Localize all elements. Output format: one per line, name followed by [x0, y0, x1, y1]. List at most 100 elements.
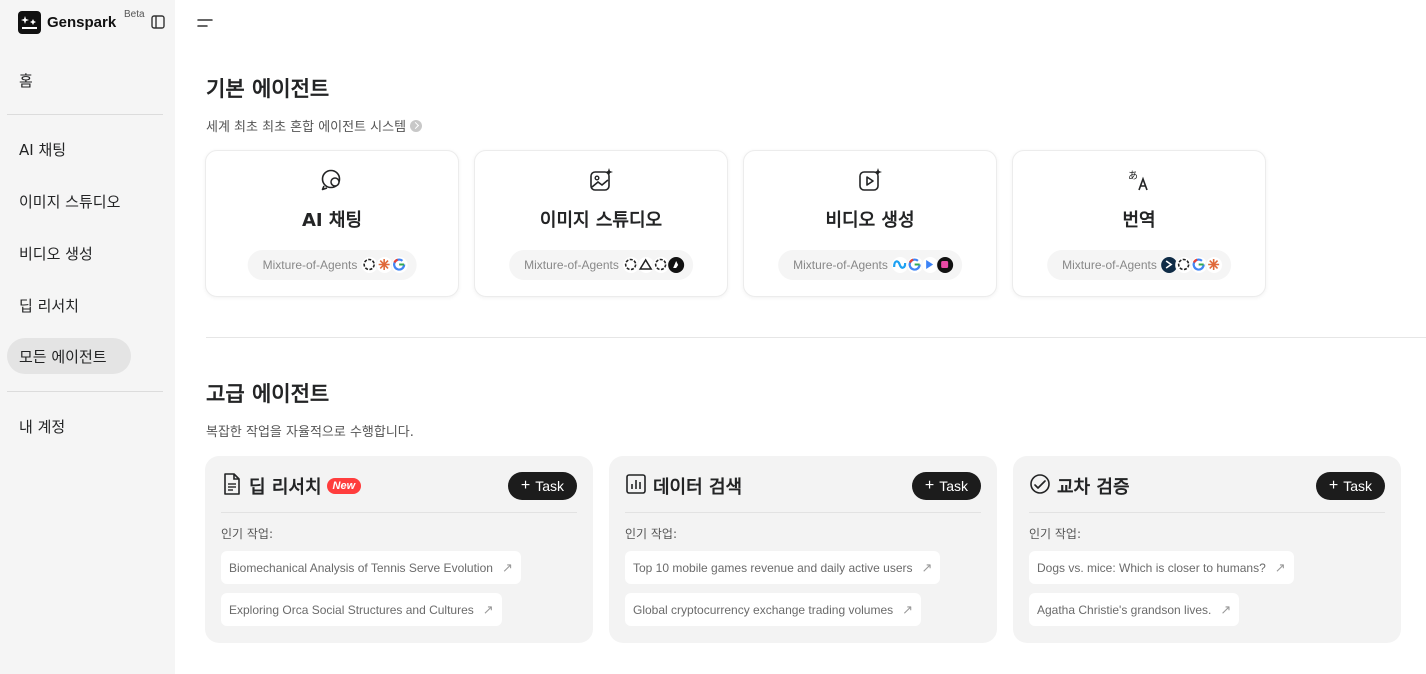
task-button-label: Task	[535, 478, 565, 494]
popular-task-text: Dogs vs. mice: Which is closer to humans…	[1037, 560, 1266, 575]
popular-task-item[interactable]: Global cryptocurrency exchange trading v…	[625, 593, 922, 626]
svg-text:あ: あ	[1128, 170, 1138, 182]
arrow-up-right-icon: ↗	[482, 601, 494, 617]
plus-icon: +	[1328, 477, 1339, 494]
sidebar-item-image-studio[interactable]: 이미지 스튜디오	[7, 183, 157, 219]
arrow-up-right-icon: ↗	[1220, 601, 1232, 617]
advanced-card-header: 데이터 검색	[625, 472, 742, 500]
moa-tag-label: Mixture-of-Agents	[262, 258, 358, 272]
advanced-card-title: 딥 리서치	[249, 477, 322, 498]
popular-task-text: Biomechanical Analysis of Tennis Serve E…	[229, 560, 493, 575]
claude-logo-icon	[1204, 256, 1223, 274]
image-sparkle-icon	[588, 167, 614, 197]
popular-task-text: Exploring Orca Social Structures and Cul…	[229, 602, 474, 617]
sidebar-item-home[interactable]: 홈	[7, 62, 131, 98]
advanced-agents-subtitle-text: 복잡한 작업을 자율적으로 수행합니다.	[206, 425, 414, 440]
agent-card-ai-chat[interactable]: AI 채팅 Mixture-of-Agents	[205, 150, 459, 297]
agent-card-image-studio[interactable]: 이미지 스튜디오 Mixture-of-Agents	[474, 150, 728, 297]
bar-chart-icon	[625, 472, 647, 500]
section-divider	[206, 337, 1426, 338]
advanced-card-header: 딥 리서치 New	[221, 472, 362, 500]
popular-task-item[interactable]: Top 10 mobile games revenue and daily ac…	[625, 551, 941, 584]
popular-tasks-label: 인기 작업:	[1029, 527, 1082, 541]
popular-tasks-label: 인기 작업:	[221, 527, 274, 541]
ideogram-logo-icon	[666, 256, 685, 274]
card-divider	[1029, 512, 1385, 513]
advanced-card-title: 데이터 검색	[653, 477, 743, 498]
plus-icon: +	[924, 477, 935, 494]
pika-logo-icon	[935, 256, 954, 274]
moa-tag: Mixture-of-Agents	[1047, 250, 1231, 280]
sidebar-item-label: 내 계정	[19, 417, 66, 436]
info-icon[interactable]	[410, 119, 423, 132]
sidebar-toggle-icon[interactable]	[151, 14, 165, 33]
advanced-agents-title: 고급 에이전트	[206, 382, 330, 406]
video-sparkle-icon	[857, 167, 883, 197]
sidebar-item-account[interactable]: 내 계정	[7, 408, 131, 444]
arrow-up-right-icon: ↗	[902, 601, 914, 617]
add-task-button[interactable]: + Task	[1316, 472, 1385, 500]
card-divider	[221, 512, 577, 513]
menu-icon[interactable]	[196, 14, 214, 36]
moa-tag: Mixture-of-Agents	[509, 250, 693, 280]
advanced-card-cross-check: 교차 검증 + Task 인기 작업: Dogs vs. mice: Which …	[1013, 456, 1401, 643]
card-divider	[625, 512, 981, 513]
arrow-up-right-icon: ↗	[921, 559, 933, 575]
task-button-label: Task	[1343, 478, 1373, 494]
advanced-card-deep-research: 딥 리서치 New + Task 인기 작업: Biomechanical Ana…	[205, 456, 593, 643]
add-task-button[interactable]: + Task	[508, 472, 577, 500]
sidebar-item-deep-research[interactable]: 딥 리서치	[7, 287, 131, 323]
popular-tasks-label: 인기 작업:	[625, 527, 678, 541]
sidebar-item-label: 딥 리서치	[19, 296, 79, 315]
moa-tag: Mixture-of-Agents	[778, 250, 962, 280]
sidebar-item-ai-chat[interactable]: AI 채팅	[7, 131, 131, 167]
advanced-card-title: 교차 검증	[1057, 477, 1130, 498]
agent-card-translate[interactable]: あ 번역 Mixture-of-Agents	[1012, 150, 1266, 297]
plus-icon: +	[520, 477, 531, 494]
sidebar-item-label: 홈	[19, 71, 33, 90]
genspark-logo-icon	[18, 10, 41, 34]
arrow-up-right-icon: ↗	[501, 559, 513, 575]
moa-tag-label: Mixture-of-Agents	[524, 258, 619, 272]
popular-task-text: Global cryptocurrency exchange trading v…	[633, 602, 894, 617]
beta-label: Beta	[124, 9, 145, 20]
sidebar-item-video[interactable]: 비디오 생성	[7, 235, 131, 271]
sidebar-item-all-agents[interactable]: 모든 에이전트	[7, 338, 131, 374]
moa-tag-label: Mixture-of-Agents	[1062, 258, 1157, 272]
document-icon	[221, 472, 243, 500]
task-button-label: Task	[939, 478, 969, 494]
agent-card-video[interactable]: 비디오 생성 Mixture-of-Agents	[743, 150, 997, 297]
translate-icon: あ	[1126, 167, 1152, 197]
moa-tag: Mixture-of-Agents	[247, 250, 417, 280]
sidebar-item-label: AI 채팅	[19, 140, 67, 159]
sidebar-item-label: 이미지 스튜디오	[19, 192, 121, 211]
basic-agents-subtitle: 세계 최초 최초 혼합 에이전트 시스템	[206, 116, 423, 135]
basic-agents-subtitle-text: 세계 최초 최초 혼합 에이전트 시스템	[206, 120, 407, 135]
arrow-up-right-icon: ↗	[1274, 559, 1286, 575]
popular-task-text: Top 10 mobile games revenue and daily ac…	[633, 560, 913, 575]
advanced-agents-subtitle: 복잡한 작업을 자율적으로 수행합니다.	[206, 421, 414, 440]
brand[interactable]: Genspark	[18, 10, 116, 34]
chat-icon	[319, 167, 345, 197]
moa-tag-label: Mixture-of-Agents	[793, 258, 888, 272]
sidebar-item-label: 비디오 생성	[19, 244, 93, 263]
advanced-card-header: 교차 검증	[1029, 472, 1130, 500]
popular-task-item[interactable]: Biomechanical Analysis of Tennis Serve E…	[221, 551, 521, 584]
brand-name: Genspark	[47, 13, 117, 31]
sidebar-item-label: 모든 에이전트	[19, 347, 107, 366]
agent-card-title: 번역	[1122, 210, 1156, 231]
sidebar-divider	[7, 391, 163, 392]
add-task-button[interactable]: + Task	[912, 472, 981, 500]
google-logo-icon	[390, 256, 409, 274]
popular-task-text: Agatha Christie's grandson lives.	[1037, 602, 1212, 617]
popular-task-item[interactable]: Exploring Orca Social Structures and Cul…	[221, 593, 502, 626]
agent-card-title: 비디오 생성	[825, 210, 915, 231]
new-badge: New	[326, 478, 362, 494]
popular-task-item[interactable]: Dogs vs. mice: Which is closer to humans…	[1029, 551, 1294, 584]
advanced-card-data-search: 데이터 검색 + Task 인기 작업: Top 10 mobile games …	[609, 456, 997, 643]
agent-card-title: AI 채팅	[301, 210, 362, 231]
popular-task-item[interactable]: Agatha Christie's grandson lives. ↗	[1029, 593, 1240, 626]
check-trend-icon	[1029, 472, 1051, 500]
sidebar: Genspark Beta 홈 AI 채팅 이미지 스튜디오 비디오 생성 딥 …	[0, 0, 175, 674]
agent-card-title: 이미지 스튜디오	[539, 210, 663, 231]
